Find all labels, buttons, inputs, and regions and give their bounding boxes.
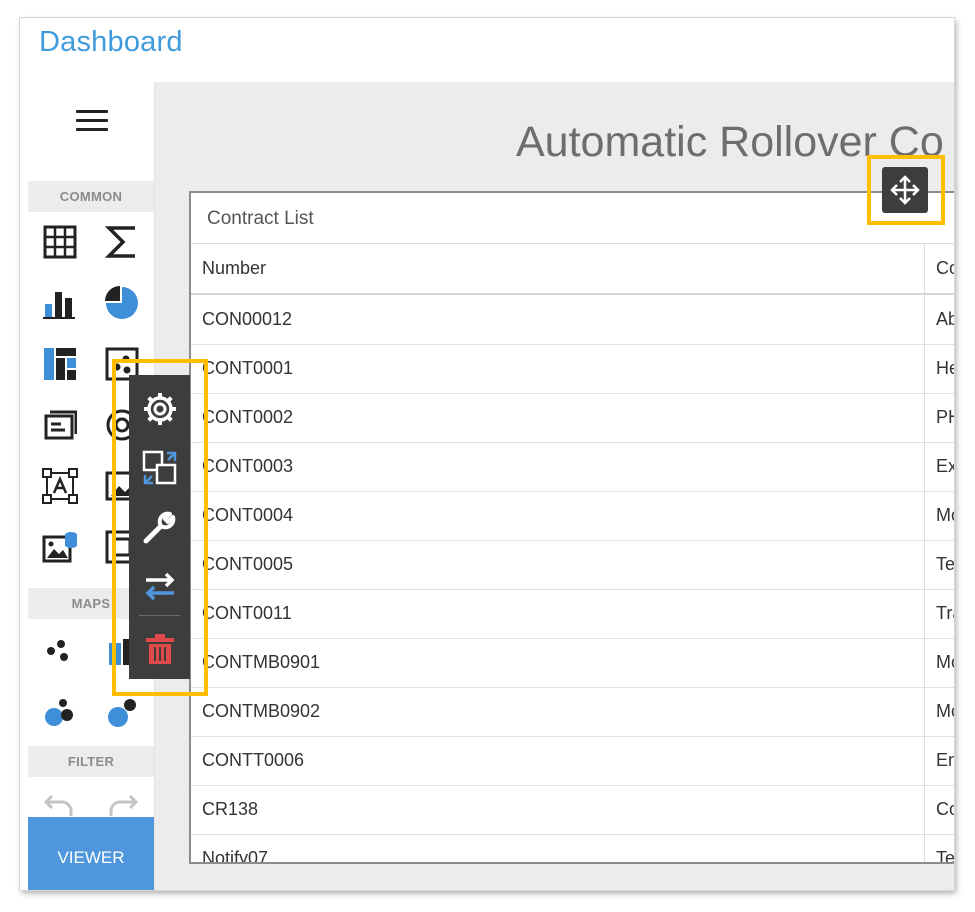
item-context-menu [129, 375, 190, 679]
convert-icon[interactable] [129, 439, 190, 497]
table-row[interactable]: CR138 Co [191, 785, 954, 835]
cell-number: CONT0002 [202, 407, 294, 427]
text-box-icon[interactable] [40, 466, 80, 506]
cell-col2: PH [936, 407, 954, 427]
dot-map-icon[interactable] [40, 632, 80, 672]
section-header-filter: FILTER [28, 746, 154, 777]
menu-icon[interactable] [76, 110, 108, 132]
card-icon[interactable] [40, 405, 80, 445]
cell-number: CONT0004 [202, 505, 294, 525]
move-handle[interactable] [882, 167, 928, 213]
cell-col2: Mc [936, 652, 954, 672]
cell-number: CONTT0006 [202, 750, 305, 770]
trash-icon[interactable] [129, 620, 190, 678]
cell-col2: Ex [936, 456, 954, 476]
cell-col2: Tra [936, 603, 954, 623]
bound-image-icon[interactable] [40, 527, 80, 567]
cell-number: CONT0011 [202, 603, 292, 623]
cell-col2: Mc [936, 505, 954, 525]
table-row[interactable]: CON00012 Ab [191, 295, 954, 345]
bubble-map-icon[interactable] [40, 693, 80, 733]
grid-caption: Contract List [191, 193, 954, 244]
grid-icon[interactable] [40, 222, 80, 262]
cell-number: CONTMB0902 [202, 701, 321, 721]
bar-chart-icon[interactable] [40, 283, 80, 323]
column-header-number[interactable]: Number [202, 244, 266, 293]
contract-grid-item[interactable]: Contract List Number Co CON00012 Ab CONT0… [189, 191, 954, 864]
menu-divider [139, 615, 180, 616]
cell-number: CON00012 [202, 309, 293, 329]
gear-icon[interactable] [129, 380, 190, 438]
column-header-2[interactable]: Co [936, 244, 954, 293]
sum-icon[interactable] [102, 222, 142, 262]
swap-icon[interactable] [129, 557, 190, 615]
table-row[interactable]: CONT0011 Tra [191, 589, 954, 639]
wrench-icon[interactable] [129, 498, 190, 556]
table-row[interactable]: CONT0003 Ex [191, 442, 954, 492]
cell-number: Notify07 [202, 848, 269, 864]
cell-number: CONTMB0901 [202, 652, 321, 672]
table-row[interactable]: CONT0004 Mc [191, 491, 954, 541]
cell-col2: Te [936, 554, 954, 574]
app-window: Dashboard COMMON MAPS FILTER VIEWER Auto… [20, 18, 954, 890]
viewer-button[interactable]: VIEWER [28, 817, 154, 890]
table-row[interactable]: Notify07 Te [191, 834, 954, 864]
table-row[interactable]: CONT0001 He [191, 344, 954, 394]
cell-col2: Co [936, 799, 954, 819]
grid-header-row: Number Co [191, 244, 954, 295]
section-header-common: COMMON [28, 181, 154, 212]
table-row[interactable]: CONT0002 PH [191, 393, 954, 443]
cell-col2: Ab [936, 309, 954, 329]
move-icon [890, 175, 920, 205]
cell-col2: He [936, 358, 954, 378]
cell-number: CONT0005 [202, 554, 294, 574]
pie-chart-icon[interactable] [102, 283, 142, 323]
table-row[interactable]: CONTMB0901 Mc [191, 638, 954, 688]
table-row[interactable]: CONTT0006 En [191, 736, 954, 786]
table-row[interactable]: CONT0005 Te [191, 540, 954, 590]
app-title: Dashboard [39, 26, 183, 58]
cell-col2: En [936, 750, 954, 770]
pie-map-icon[interactable] [102, 693, 142, 733]
treemap-icon[interactable] [40, 344, 80, 384]
cell-number: CR138 [202, 799, 259, 819]
dashboard-canvas: Automatic Rollover Co Contract List Numb… [155, 82, 954, 890]
table-row[interactable]: CONTMB0902 Mc [191, 687, 954, 737]
cell-col2: Te [936, 848, 954, 864]
cell-number: CONT0003 [202, 456, 294, 476]
cell-number: CONT0001 [202, 358, 294, 378]
cell-col2: Mc [936, 701, 954, 721]
